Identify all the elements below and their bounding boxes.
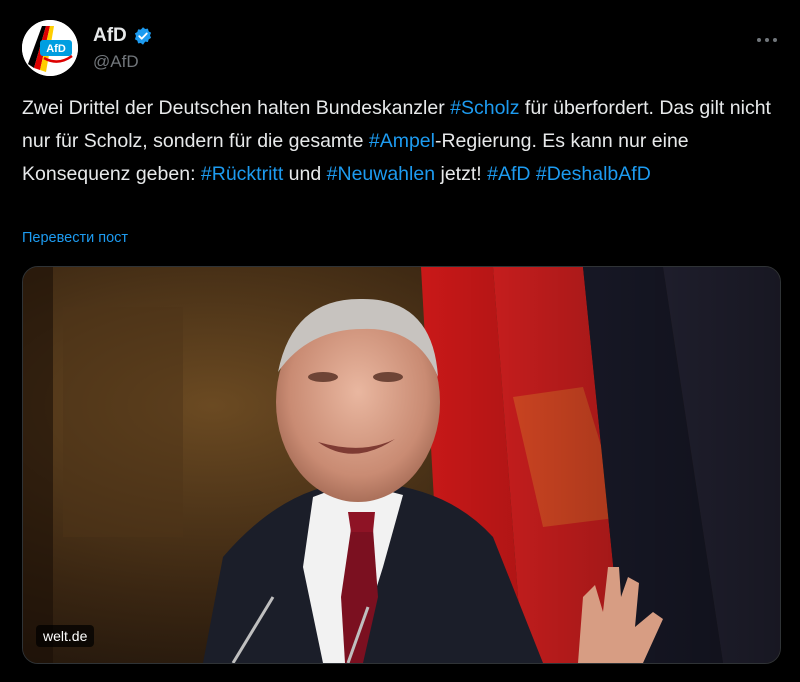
hashtag-scholz[interactable]: #Scholz	[450, 97, 519, 119]
hashtag-afd[interactable]: #AfD	[487, 163, 530, 185]
verified-badge-icon	[133, 26, 153, 46]
author-name-label: AfD	[93, 25, 127, 46]
avatar[interactable]: AfD	[22, 20, 78, 76]
hashtag-rücktritt[interactable]: #Rücktritt	[201, 163, 283, 185]
tweet-text-segment: Zwei Drittel der Deutschen halten Bundes…	[22, 97, 451, 119]
tweet-text: Zwei Drittel der Deutschen halten Bundes…	[22, 92, 782, 191]
author-name[interactable]: AfD	[93, 25, 153, 47]
afd-logo: AfD	[22, 20, 78, 76]
tweet-text-segment: und	[283, 163, 327, 185]
hashtag-neuwahlen[interactable]: #Neuwahlen	[327, 163, 435, 185]
more-options-icon[interactable]	[756, 26, 778, 49]
scholz-photo	[23, 267, 780, 663]
author-handle[interactable]: @AfD	[93, 52, 139, 72]
translate-post-link[interactable]: Перевести пост	[22, 230, 128, 246]
avatar-logo-text: AfD	[46, 43, 66, 55]
tweet-text-segment: jetzt!	[435, 163, 488, 185]
media-source-badge: welt.de	[36, 625, 95, 647]
hashtag-deshalbafd[interactable]: #DeshalbAfD	[536, 163, 651, 185]
tweet-media-image[interactable]: welt.de	[22, 266, 781, 664]
hashtag-ampel[interactable]: #Ampel	[369, 130, 435, 152]
